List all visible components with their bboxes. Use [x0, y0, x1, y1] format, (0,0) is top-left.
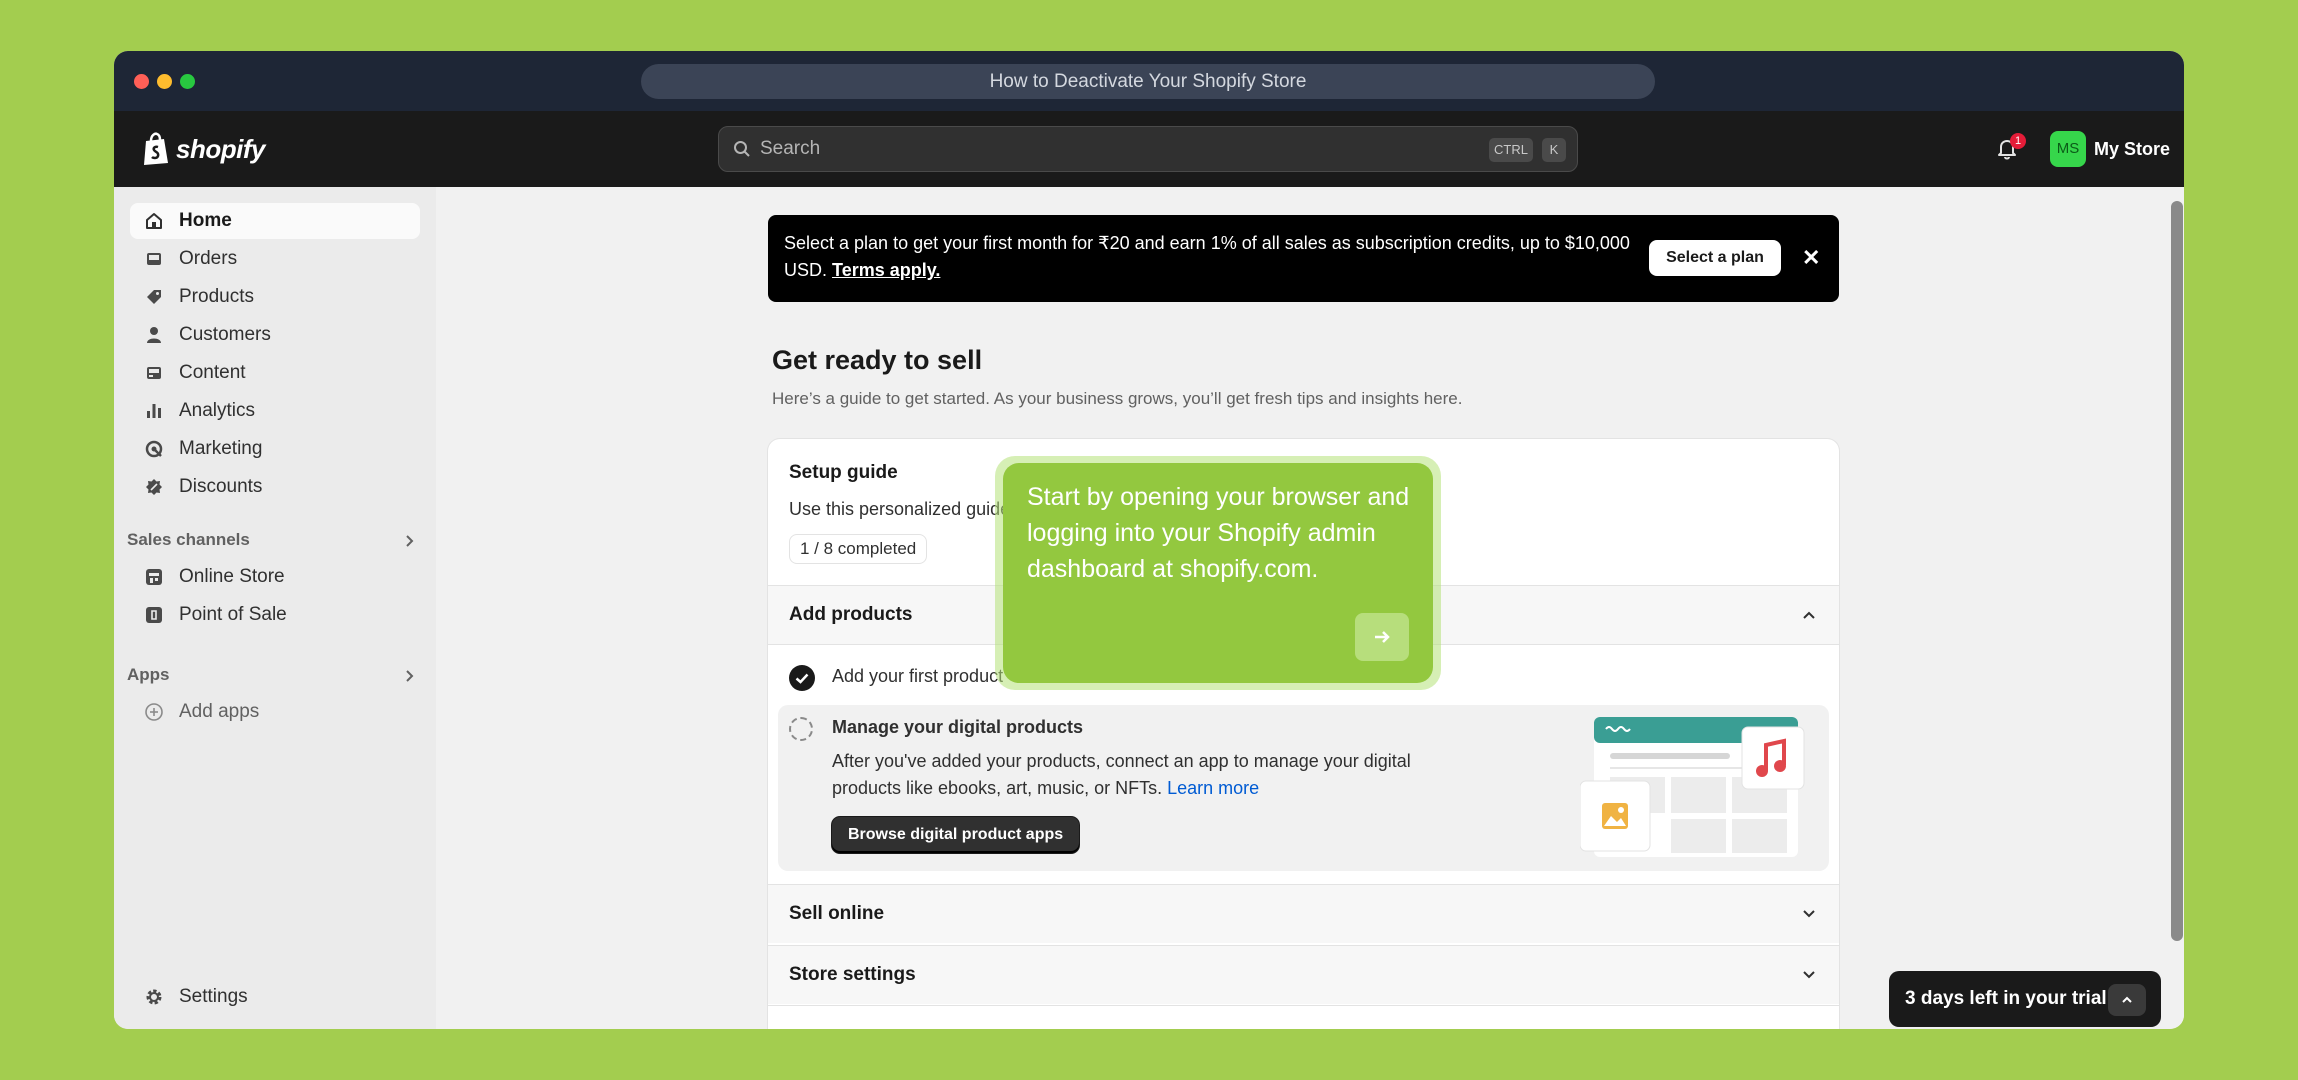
- accordion-title: Sell online: [789, 903, 885, 924]
- store-icon: [144, 567, 164, 587]
- tooltip-text: Start by opening your browser and loggin…: [1027, 483, 1410, 583]
- task-body-text: After you've added your products, connec…: [832, 751, 1411, 798]
- minimize-window-button[interactable]: [157, 74, 172, 89]
- notification-badge: 1: [2010, 133, 2026, 149]
- search-icon: [734, 141, 750, 157]
- trial-banner[interactable]: 3 days left in your trial: [1889, 971, 2161, 1027]
- logo-text: shopify: [176, 133, 265, 164]
- admin-topbar: shopify Search CTRL K 1 MS My Store: [114, 111, 2184, 187]
- target-icon: [144, 439, 164, 459]
- search-placeholder: Search: [760, 138, 821, 159]
- incomplete-circle-icon[interactable]: [789, 717, 813, 741]
- close-window-button[interactable]: [134, 74, 149, 89]
- close-icon[interactable]: ✕: [1802, 245, 1820, 271]
- home-icon: [144, 211, 164, 231]
- chevron-down-icon: [1803, 910, 1815, 918]
- sidebar-item-add-apps[interactable]: Add apps: [130, 694, 420, 730]
- sidebar-item-online-store[interactable]: Online Store: [130, 559, 420, 595]
- banner-text: Select a plan to get your first month fo…: [784, 230, 1644, 284]
- apps-title: Apps: [127, 665, 170, 684]
- sidebar-item-label: Point of Sale: [179, 604, 287, 625]
- pos-icon: [144, 605, 164, 625]
- task-description: After you've added your products, connec…: [832, 748, 1472, 802]
- task-title: Manage your digital products: [832, 717, 1084, 737]
- divider: [768, 1005, 1839, 1006]
- chevron-up-icon: [1803, 611, 1815, 619]
- tutorial-tooltip: Start by opening your browser and loggin…: [1003, 463, 1433, 683]
- image-icon: [144, 363, 164, 383]
- sidebar-item-label: Analytics: [179, 400, 256, 421]
- tag-icon: [144, 287, 164, 307]
- scrollbar-thumb[interactable]: [2171, 201, 2183, 941]
- sidebar-item-label: Content: [179, 362, 246, 383]
- setup-guide-description: Use this personalized guide: [789, 499, 1011, 519]
- chevron-up-icon: [2122, 996, 2132, 1003]
- learn-more-link[interactable]: Learn more: [1167, 778, 1259, 798]
- select-plan-button[interactable]: Select a plan: [1649, 240, 1781, 276]
- shopify-bag-icon: [144, 132, 168, 165]
- sidebar-item-home[interactable]: Home: [130, 203, 420, 239]
- digital-products-illustration: [1580, 717, 1805, 857]
- browser-titlebar: How to Deactivate Your Shopify Store: [114, 51, 2184, 111]
- sidebar-item-label: Settings: [179, 986, 248, 1007]
- sidebar-item-orders[interactable]: Orders: [130, 241, 420, 277]
- tooltip-next-button[interactable]: [1355, 613, 1409, 661]
- sidebar-item-products[interactable]: Products: [130, 279, 420, 315]
- accordion-sell-online[interactable]: Sell online: [768, 885, 1839, 943]
- sidebar-item-settings[interactable]: Settings: [130, 979, 420, 1015]
- trial-expand-button[interactable]: [2108, 984, 2146, 1016]
- sidebar-item-point-of-sale[interactable]: Point of Sale: [130, 597, 420, 633]
- shortcut-k: K: [1542, 138, 1566, 162]
- sidebar-item-label: Home: [179, 210, 232, 231]
- completed-check-icon[interactable]: [789, 665, 815, 691]
- sidebar-item-label: Orders: [179, 248, 238, 269]
- progress-badge: 1 / 8 completed: [789, 534, 928, 564]
- setup-guide-title: Setup guide: [789, 462, 898, 483]
- plus-circle-icon: [144, 702, 164, 722]
- arrow-right-icon: [1375, 631, 1390, 643]
- plan-banner: Select a plan to get your first month fo…: [768, 215, 1839, 302]
- terms-link[interactable]: Terms apply.: [832, 260, 940, 280]
- sidebar-item-customers[interactable]: Customers: [130, 317, 420, 353]
- sidebar: Home Orders Products Customers Content A…: [114, 187, 436, 1029]
- chevron-right-icon[interactable]: [402, 669, 416, 683]
- sidebar-item-marketing[interactable]: Marketing: [130, 431, 420, 467]
- shopify-logo[interactable]: shopify: [142, 131, 265, 167]
- task-add-first-product[interactable]: Add your first product: [832, 666, 1003, 687]
- inbox-icon: [144, 249, 164, 269]
- avatar[interactable]: MS: [2050, 131, 2086, 167]
- sidebar-item-label: Products: [179, 286, 254, 307]
- sidebar-item-label: Marketing: [179, 438, 263, 459]
- sidebar-item-label: Customers: [179, 324, 271, 345]
- person-icon: [144, 325, 164, 345]
- trial-text: 3 days left in your trial: [1905, 988, 2107, 1009]
- sidebar-item-label: Add apps: [179, 701, 260, 722]
- maximize-window-button[interactable]: [180, 74, 195, 89]
- sidebar-item-discounts[interactable]: Discounts: [130, 469, 420, 505]
- page-title: Get ready to sell: [772, 345, 983, 375]
- store-name[interactable]: My Store: [2094, 131, 2170, 167]
- search-input[interactable]: Search CTRL K: [718, 126, 1578, 172]
- accordion-title: Store settings: [789, 964, 916, 985]
- sidebar-item-label: Discounts: [179, 476, 263, 497]
- bar-chart-icon: [144, 401, 164, 421]
- sidebar-item-label: Online Store: [179, 566, 285, 587]
- accordion-store-settings[interactable]: Store settings: [768, 946, 1839, 1004]
- address-bar[interactable]: How to Deactivate Your Shopify Store: [641, 64, 1655, 99]
- sidebar-item-content[interactable]: Content: [130, 355, 420, 391]
- browse-digital-apps-button[interactable]: Browse digital product apps: [832, 817, 1080, 853]
- accordion-title: Add products: [789, 604, 913, 625]
- shortcut-ctrl: CTRL: [1489, 138, 1533, 162]
- sales-channels-title: Sales channels: [127, 530, 250, 549]
- gear-icon: [144, 987, 164, 1007]
- discount-icon: [144, 477, 164, 497]
- task-digital-products: Manage your digital products After you'v…: [778, 705, 1829, 871]
- chevron-right-icon[interactable]: [402, 534, 416, 548]
- sidebar-item-analytics[interactable]: Analytics: [130, 393, 420, 429]
- chevron-down-icon: [1803, 971, 1815, 979]
- page-subtitle: Here’s a guide to get started. As your b…: [772, 389, 1463, 408]
